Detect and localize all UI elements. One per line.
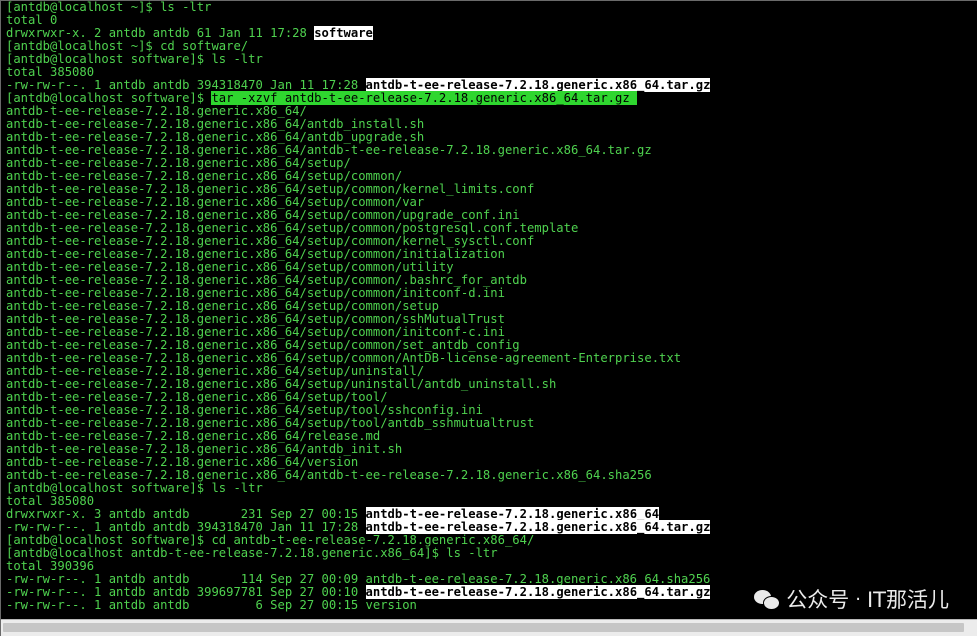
- line-text: antdb-t-ee-release-7.2.18.generic.x86_64…: [6, 104, 307, 118]
- watermark-account-name: IT那活儿: [866, 588, 949, 612]
- watermark-separator: ·: [855, 588, 861, 610]
- terminal-line: [antdb@localhost ~]$ ls -ltr: [6, 1, 977, 14]
- line-text: -rw-rw-r--. 1 antdb antdb 399697781 Sep …: [6, 585, 366, 599]
- line-text: antdb-t-ee-release-7.2.18.generic.x86_64…: [6, 143, 652, 157]
- terminal-line: [antdb@localhost antdb-t-ee-release-7.2.…: [6, 547, 977, 560]
- line-text: antdb-t-ee-release-7.2.18.generic.x86_64…: [6, 442, 403, 456]
- line-text: [antdb@localhost ~]$ ls -ltr: [6, 0, 212, 14]
- line-text: antdb-t-ee-release-7.2.18.generic.x86_64…: [6, 234, 535, 248]
- line-text: [antdb@localhost antdb-t-ee-release-7.2.…: [6, 546, 498, 560]
- line-text: antdb-t-ee-release-7.2.18.generic.x86_64…: [6, 325, 505, 339]
- terminal-output: [antdb@localhost ~]$ ls -ltr total 0 drwxr…: [6, 1, 977, 612]
- highlighted-filename: software: [314, 26, 373, 40]
- line-text: antdb-t-ee-release-7.2.18.generic.x86_64…: [6, 338, 520, 352]
- line-text: [antdb@localhost software]$ cd antdb-t-e…: [6, 533, 535, 547]
- selected-command-text: tar -xzvf antdb-t-ee-release-7.2.18.gene…: [211, 91, 638, 105]
- wechat-icon: [754, 588, 781, 610]
- line-text: antdb-t-ee-release-7.2.18.generic.x86_64…: [6, 299, 439, 313]
- line-text: antdb-t-ee-release-7.2.18.generic.x86_64…: [6, 273, 527, 287]
- line-text: [antdb@localhost software]$: [6, 91, 212, 105]
- watermark-account-label: 公众号: [786, 588, 850, 612]
- line-text: -rw-rw-r--. 1 antdb antdb 114 Sep 27 00:…: [6, 572, 711, 586]
- line-text: total 0: [6, 13, 58, 27]
- line-text: antdb-t-ee-release-7.2.18.generic.x86_64…: [6, 169, 403, 183]
- line-text: -rw-rw-r--. 1 antdb antdb 394318470 Jan …: [6, 520, 366, 534]
- line-text: antdb-t-ee-release-7.2.18.generic.x86_64…: [6, 260, 454, 274]
- line-text: antdb-t-ee-release-7.2.18.generic.x86_64…: [6, 208, 520, 222]
- line-text: -rw-rw-r--. 1 antdb antdb 6 Sep 27 00:15…: [6, 598, 417, 612]
- line-text: -rw-rw-r--. 1 antdb antdb 394318470 Jan …: [6, 78, 366, 92]
- line-text: antdb-t-ee-release-7.2.18.generic.x86_64…: [6, 117, 425, 131]
- line-text: antdb-t-ee-release-7.2.18.generic.x86_64…: [6, 403, 483, 417]
- line-text: antdb-t-ee-release-7.2.18.generic.x86_64…: [6, 247, 505, 261]
- line-text: antdb-t-ee-release-7.2.18.generic.x86_64…: [6, 156, 351, 170]
- line-text: antdb-t-ee-release-7.2.18.generic.x86_64…: [6, 130, 425, 144]
- line-text: antdb-t-ee-release-7.2.18.generic.x86_64…: [6, 416, 535, 430]
- line-text: antdb-t-ee-release-7.2.18.generic.x86_64…: [6, 312, 505, 326]
- scrollbar-thumb[interactable]: [3, 623, 964, 632]
- terminal-line: [antdb@localhost software]$ ls -ltr: [6, 482, 977, 495]
- highlighted-filename: antdb-t-ee-release-7.2.18.generic.x86_64…: [365, 520, 711, 534]
- line-text: drwxrwxr-x. 3 antdb antdb 231 Sep 27 00:…: [6, 507, 366, 521]
- line-text: antdb-t-ee-release-7.2.18.generic.x86_64…: [6, 390, 388, 404]
- line-text: antdb-t-ee-release-7.2.18.generic.x86_64…: [6, 364, 425, 378]
- highlighted-filename: antdb-t-ee-release-7.2.18.generic.x86_64…: [365, 585, 711, 599]
- line-text: antdb-t-ee-release-7.2.18.generic.x86_64…: [6, 195, 425, 209]
- line-text: antdb-t-ee-release-7.2.18.generic.x86_64…: [6, 182, 535, 196]
- terminal-window[interactable]: [antdb@localhost ~]$ ls -ltr total 0 drwxr…: [0, 0, 977, 636]
- line-text: antdb-t-ee-release-7.2.18.generic.x86_64…: [6, 377, 557, 391]
- highlighted-filename: antdb-t-ee-release-7.2.18.generic.x86_64: [365, 507, 660, 521]
- line-text: [antdb@localhost software]$ ls -ltr: [6, 52, 263, 66]
- line-text: antdb-t-ee-release-7.2.18.generic.x86_64…: [6, 429, 381, 443]
- watermark: 公众号 · IT那活儿: [754, 584, 949, 614]
- line-text: antdb-t-ee-release-7.2.18.generic.x86_64…: [6, 455, 359, 469]
- line-text: total 390396: [6, 559, 95, 573]
- line-text: total 385080: [6, 65, 95, 79]
- line-text: antdb-t-ee-release-7.2.18.generic.x86_64…: [6, 351, 682, 365]
- horizontal-scrollbar[interactable]: [1, 619, 977, 636]
- line-text: antdb-t-ee-release-7.2.18.generic.x86_64…: [6, 468, 652, 482]
- terminal-line: [antdb@localhost software]$ ls -ltr: [6, 53, 977, 66]
- line-text: total 385080: [6, 494, 95, 508]
- line-text: [antdb@localhost ~]$ cd software/: [6, 39, 249, 53]
- line-text: [antdb@localhost software]$ ls -ltr: [6, 481, 263, 495]
- line-text: antdb-t-ee-release-7.2.18.generic.x86_64…: [6, 221, 579, 235]
- line-text: drwxrwxr-x. 2 antdb antdb 61 Jan 11 17:2…: [6, 26, 315, 40]
- line-text: antdb-t-ee-release-7.2.18.generic.x86_64…: [6, 286, 505, 300]
- highlighted-filename: antdb-t-ee-release-7.2.18.generic.x86_64…: [365, 78, 711, 92]
